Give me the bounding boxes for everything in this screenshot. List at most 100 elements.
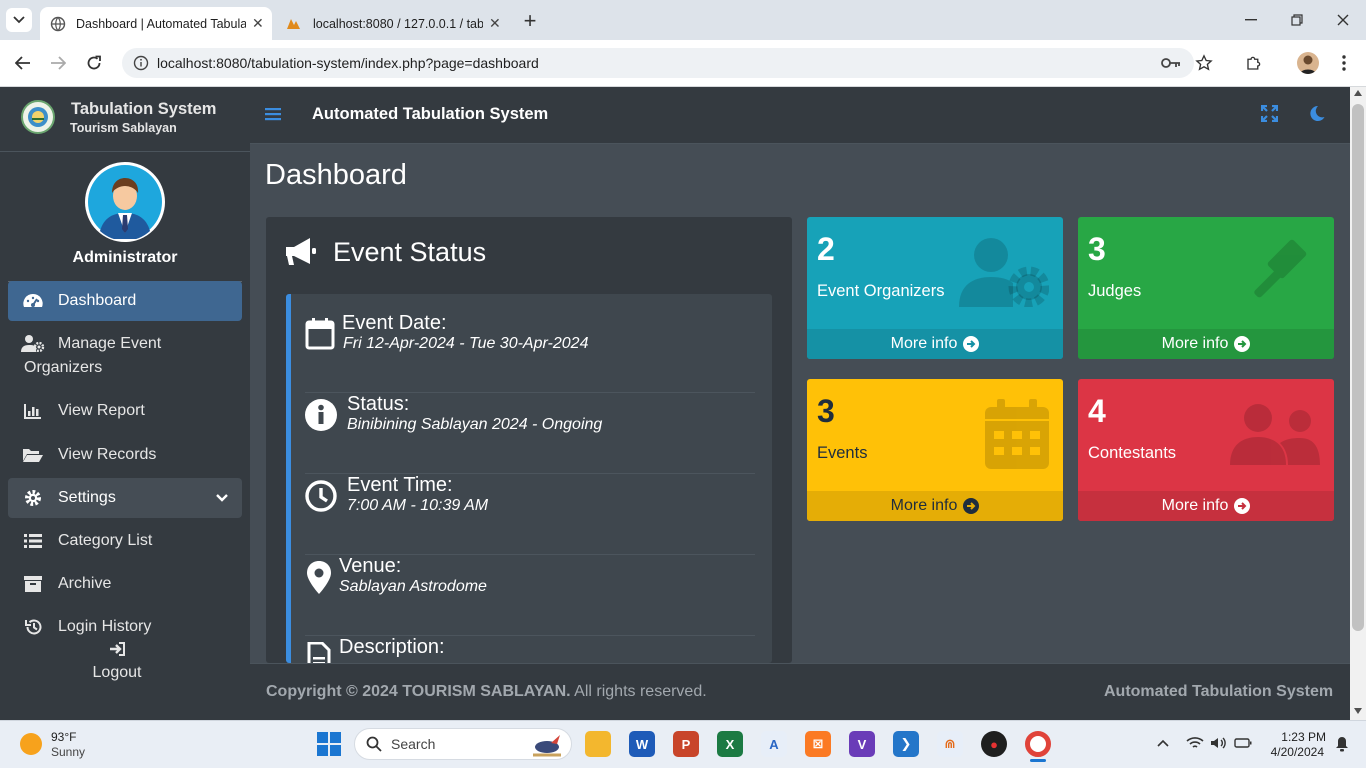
logout-link[interactable]: Logout bbox=[0, 664, 234, 682]
archive-icon bbox=[8, 576, 58, 592]
close-icon[interactable]: ✕ bbox=[252, 15, 264, 32]
key-icon bbox=[1161, 58, 1180, 68]
sidebar-item-label: Login History bbox=[58, 618, 152, 635]
copyright-org[interactable]: TOURISM SABLAYAN. bbox=[402, 683, 570, 700]
copyright: Copyright © 2024 TOURISM SABLAYAN. All r… bbox=[266, 683, 707, 701]
plus-icon: + bbox=[523, 8, 537, 33]
close-window-button[interactable] bbox=[1332, 10, 1354, 30]
sidebar-item-archive[interactable]: Archive bbox=[8, 564, 242, 604]
notification-bell-icon[interactable] bbox=[1336, 736, 1348, 752]
address-bar[interactable]: localhost:8080/tabulation-system/index.p… bbox=[122, 48, 1194, 78]
chevron-up-icon[interactable] bbox=[1157, 739, 1169, 747]
sidebar-item-label: Dashboard bbox=[58, 292, 137, 309]
more-info-link[interactable]: More info bbox=[807, 329, 1063, 359]
weather-desc[interactable]: Sunny bbox=[51, 745, 85, 759]
word-icon[interactable]: W bbox=[629, 731, 655, 757]
calendar-icon bbox=[985, 399, 1049, 469]
start-button[interactable] bbox=[317, 732, 341, 756]
volume-icon[interactable] bbox=[1210, 736, 1226, 750]
search-icon bbox=[366, 736, 382, 752]
stat-count: 2 bbox=[817, 231, 835, 267]
chevron-down-icon bbox=[216, 494, 228, 502]
restore-button[interactable] bbox=[1286, 10, 1308, 30]
app-title: Automated Tabulation System bbox=[312, 105, 549, 123]
dark-mode-toggle[interactable] bbox=[1309, 105, 1325, 122]
event-details-callout bbox=[286, 294, 772, 663]
sidebar-item-login-history[interactable]: Login History bbox=[8, 607, 242, 647]
scroll-up-icon[interactable] bbox=[1354, 90, 1362, 96]
record-icon[interactable]: ● bbox=[981, 731, 1007, 757]
reload-button[interactable] bbox=[83, 52, 105, 74]
extensions-button[interactable] bbox=[1243, 52, 1265, 74]
tab-title: Dashboard | Automated Tabula bbox=[76, 16, 246, 31]
wifi-icon[interactable] bbox=[1186, 736, 1204, 750]
back-button[interactable] bbox=[12, 52, 34, 74]
battery-icon[interactable] bbox=[1234, 738, 1252, 748]
file-explorer-icon[interactable] bbox=[585, 731, 611, 757]
tab-phpmyadmin[interactable]: localhost:8080 / 127.0.0.1 / tab ✕ bbox=[280, 7, 510, 40]
vscode-icon[interactable]: ❯ bbox=[893, 731, 919, 757]
password-key-button[interactable] bbox=[1160, 53, 1182, 73]
more-info-link[interactable]: More info bbox=[1078, 329, 1334, 359]
profile-avatar[interactable] bbox=[1297, 52, 1319, 74]
clock-date[interactable]: 4/20/2024 bbox=[1262, 745, 1324, 759]
bookmark-button[interactable] bbox=[1193, 52, 1215, 74]
minimize-icon bbox=[1245, 19, 1257, 21]
arrow-right-icon bbox=[51, 56, 66, 70]
users-icon bbox=[1230, 403, 1320, 465]
stat-box-judges: 3 Judges More info bbox=[1078, 217, 1334, 359]
scroll-down-icon[interactable] bbox=[1354, 708, 1362, 714]
stat-label: Events bbox=[817, 444, 868, 462]
browser-menu-button[interactable] bbox=[1333, 52, 1355, 74]
brand-logo bbox=[21, 100, 55, 134]
app-a-icon[interactable]: A bbox=[761, 731, 787, 757]
phpmyadmin-icon bbox=[287, 18, 300, 29]
restore-icon bbox=[1291, 14, 1303, 26]
person-icon bbox=[1300, 55, 1316, 74]
clock-time[interactable]: 1:23 PM bbox=[1262, 730, 1326, 744]
app-orange-icon[interactable]: ⋒ bbox=[937, 731, 963, 757]
chrome-icon[interactable] bbox=[1025, 731, 1051, 757]
sidebar-item-category-list[interactable]: Category List bbox=[8, 521, 242, 561]
stat-label: Judges bbox=[1088, 282, 1142, 300]
new-tab-button[interactable]: + bbox=[518, 8, 542, 33]
close-icon[interactable]: ✕ bbox=[489, 15, 501, 32]
sidebar-item-settings[interactable]: Settings bbox=[8, 478, 242, 518]
star-icon bbox=[1195, 54, 1213, 71]
excel-icon[interactable]: X bbox=[717, 731, 743, 757]
forward-button[interactable] bbox=[47, 52, 69, 74]
tab-dashboard[interactable]: Dashboard | Automated Tabula ✕ bbox=[40, 7, 272, 40]
scrollbar-thumb[interactable] bbox=[1352, 104, 1364, 631]
label-line-1: Manage Event bbox=[58, 335, 162, 352]
sidebar-item-view-records[interactable]: View Records bbox=[8, 435, 242, 475]
avatar bbox=[85, 162, 165, 242]
sidebar-item-manage-organizers[interactable]: Manage Event Organizers bbox=[8, 332, 242, 380]
sidebar-toggle-button[interactable] bbox=[265, 107, 281, 121]
tab-search-button[interactable] bbox=[6, 8, 32, 32]
powerpoint-icon[interactable]: P bbox=[673, 731, 699, 757]
sidebar-item-label: View Report bbox=[58, 402, 145, 419]
sidebar-item-label: Settings bbox=[58, 489, 116, 506]
more-info-link[interactable]: More info bbox=[807, 491, 1063, 521]
minimize-button[interactable] bbox=[1240, 10, 1262, 30]
more-info-link[interactable]: More info bbox=[1078, 491, 1334, 521]
taskbar-search[interactable]: Search bbox=[354, 728, 572, 760]
fullscreen-button[interactable] bbox=[1261, 105, 1278, 122]
stat-count: 3 bbox=[1088, 231, 1106, 267]
sidebar-item-label: View Records bbox=[58, 446, 157, 463]
stat-label: Contestants bbox=[1088, 444, 1177, 462]
weather-temp[interactable]: 93°F bbox=[51, 730, 76, 744]
gavel-icon bbox=[1246, 237, 1318, 309]
windows-icon bbox=[317, 732, 341, 756]
site-info-icon[interactable] bbox=[133, 55, 149, 71]
visual-studio-icon[interactable]: V bbox=[849, 731, 875, 757]
user-avatar-icon bbox=[88, 165, 162, 239]
user-name[interactable]: Administrator bbox=[0, 249, 250, 267]
history-icon bbox=[8, 618, 58, 636]
list-icon bbox=[8, 534, 58, 548]
sidebar-item-view-report[interactable]: View Report bbox=[8, 391, 242, 431]
url-text[interactable]: localhost:8080/tabulation-system/index.p… bbox=[157, 55, 539, 71]
hamburger-icon bbox=[265, 108, 281, 121]
xampp-icon[interactable]: ⊠ bbox=[805, 731, 831, 757]
sidebar-item-dashboard[interactable]: Dashboard bbox=[8, 281, 242, 321]
